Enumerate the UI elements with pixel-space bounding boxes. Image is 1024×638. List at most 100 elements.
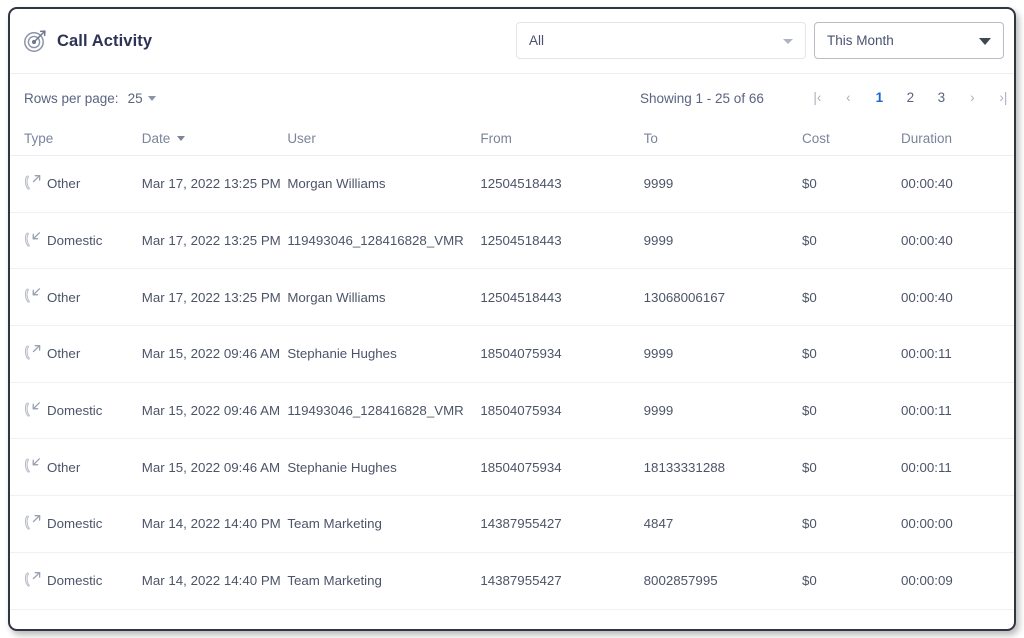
cell-from: 18504075934 (480, 459, 562, 475)
column-header-type[interactable]: Type (24, 131, 142, 146)
cell-user: 119493046_128416828_VMR (287, 403, 464, 419)
cell-to: 9999 (643, 176, 674, 192)
cell-type: Domestic (24, 514, 142, 534)
call-direction-inbound-icon (24, 401, 41, 421)
cell-type: Other (24, 457, 142, 477)
table-row[interactable]: Other Mar 17, 2022 13:25 PM Morgan William… (10, 156, 1014, 213)
cell-duration: 00:00:40 (901, 233, 953, 249)
cell-duration: 00:00:11 (901, 459, 952, 475)
column-header-to[interactable]: To (644, 131, 802, 146)
call-direction-inbound-icon (24, 287, 41, 307)
table-row[interactable]: Domestic Mar 14, 2022 14:40 PM Team Market… (10, 496, 1014, 553)
column-header-type-label: Type (24, 131, 54, 146)
table-body: Other Mar 17, 2022 13:25 PM Morgan William… (10, 156, 1014, 610)
chevron-down-icon (147, 95, 156, 101)
cell-from: 14387955427 (480, 516, 562, 532)
period-filter-select[interactable]: This Month (814, 22, 1004, 59)
cell-type-label: Other (47, 346, 81, 362)
column-header-date[interactable]: Date (142, 131, 288, 146)
cell-date: Mar 17, 2022 13:25 PM (141, 233, 281, 249)
page-title: Call Activity (57, 31, 153, 50)
column-header-from[interactable]: From (480, 131, 643, 146)
table-row[interactable]: Domestic Mar 14, 2022 14:40 PM Team Market… (10, 553, 1014, 610)
cell-type-label: Domestic (47, 516, 103, 532)
cell-to: 13068006167 (643, 289, 726, 305)
cell-date: Mar 14, 2022 14:40 PM (141, 516, 281, 532)
cell-cost: $0 (802, 459, 817, 475)
cell-date: Mar 15, 2022 09:46 AM (141, 459, 281, 475)
table-header-row: Type Date User From To Cost Duration (10, 122, 1014, 156)
cell-duration: 00:00:40 (901, 176, 953, 192)
cell-to: 9999 (643, 233, 674, 249)
cell-date: Mar 17, 2022 13:25 PM (141, 289, 281, 305)
cell-from: 12504518443 (480, 233, 562, 249)
pagination-page-1[interactable]: 1 (864, 88, 895, 108)
cell-to: 8002857995 (643, 573, 718, 589)
cell-type-label: Other (47, 289, 81, 305)
cell-from: 18504075934 (480, 346, 562, 362)
table-row[interactable]: Domestic Mar 17, 2022 13:25 PM 119493046_1… (10, 213, 1014, 270)
table-row[interactable]: Other Mar 17, 2022 13:25 PM Morgan William… (10, 269, 1014, 327)
caret-down-icon (177, 136, 186, 141)
cell-from: 14387955427 (480, 573, 562, 589)
cell-cost: $0 (802, 233, 817, 249)
cell-cost: $0 (802, 346, 817, 362)
pagination-area: Showing 1 - 25 of 66 |‹ ‹ 1 2 3 › ›| (640, 74, 1014, 122)
cell-type-label: Domestic (47, 233, 103, 249)
call-type-filter-value: All (529, 33, 545, 48)
cell-user: Team Marketing (287, 516, 382, 532)
cell-user: Morgan Williams (287, 289, 386, 305)
cell-to: 4847 (643, 516, 674, 532)
cell-to: 9999 (643, 346, 674, 362)
cell-duration: 00:00:11 (901, 403, 952, 419)
cell-duration: 00:00:40 (901, 289, 953, 305)
table-row[interactable]: Other Mar 15, 2022 09:46 AM Stephanie Hugh… (10, 326, 1014, 383)
target-dart-icon (22, 28, 48, 54)
chevron-down-icon (979, 37, 991, 45)
call-direction-outbound-icon (24, 174, 41, 194)
cell-type: Other (24, 344, 142, 364)
pagination-prev-button[interactable]: ‹ (833, 88, 864, 108)
pagination-first-button[interactable]: |‹ (802, 88, 833, 108)
chevron-down-icon (783, 38, 793, 44)
call-direction-outbound-icon (24, 514, 41, 534)
cell-date: Mar 15, 2022 09:46 AM (141, 346, 281, 362)
cell-duration: 00:00:00 (901, 516, 953, 532)
cell-type: Domestic (24, 571, 142, 591)
column-header-to-label: To (643, 131, 658, 146)
pagination-last-button[interactable]: ›| (988, 88, 1014, 108)
column-header-user[interactable]: User (287, 131, 480, 146)
table-row[interactable]: Domestic Mar 15, 2022 09:46 AM 119493046_1… (10, 383, 1014, 440)
column-header-cost-label: Cost (802, 131, 830, 146)
rows-per-page-label: Rows per page: (24, 90, 119, 106)
column-header-cost[interactable]: Cost (802, 131, 901, 146)
cell-duration: 00:00:09 (901, 573, 953, 589)
showing-range-label: Showing 1 - 25 of 66 (640, 90, 764, 106)
column-header-duration-label: Duration (901, 131, 953, 146)
pagination-page-3[interactable]: 3 (926, 88, 957, 108)
cell-user: 119493046_128416828_VMR (287, 233, 464, 249)
cell-user: Stephanie Hughes (287, 459, 397, 475)
column-header-from-label: From (480, 131, 512, 146)
period-filter-value: This Month (827, 33, 894, 48)
cell-user: Team Marketing (287, 573, 382, 589)
call-direction-outbound-icon (24, 344, 41, 364)
cell-cost: $0 (802, 176, 817, 192)
rows-per-page-value: 25 (127, 90, 143, 106)
brand: Call Activity (22, 28, 152, 54)
pagination-page-2[interactable]: 2 (895, 88, 926, 108)
cell-type-label: Other (47, 176, 81, 192)
cell-from: 18504075934 (480, 403, 562, 419)
cell-type-label: Other (47, 459, 81, 475)
table-row[interactable]: Other Mar 15, 2022 09:46 AM Stephanie Hugh… (10, 439, 1014, 497)
call-type-filter-select[interactable]: All (516, 22, 806, 59)
cell-type: Other (24, 174, 142, 194)
column-header-duration[interactable]: Duration (901, 131, 1000, 146)
cell-type: Other (24, 287, 142, 307)
rows-per-page-select[interactable]: Rows per page: 25 (24, 91, 156, 106)
pagination-next-button[interactable]: › (957, 88, 988, 108)
card-header: Call Activity All This Month (10, 9, 1014, 74)
column-header-user-label: User (287, 131, 316, 146)
call-direction-inbound-icon (24, 231, 41, 251)
cell-user: Stephanie Hughes (287, 346, 397, 362)
